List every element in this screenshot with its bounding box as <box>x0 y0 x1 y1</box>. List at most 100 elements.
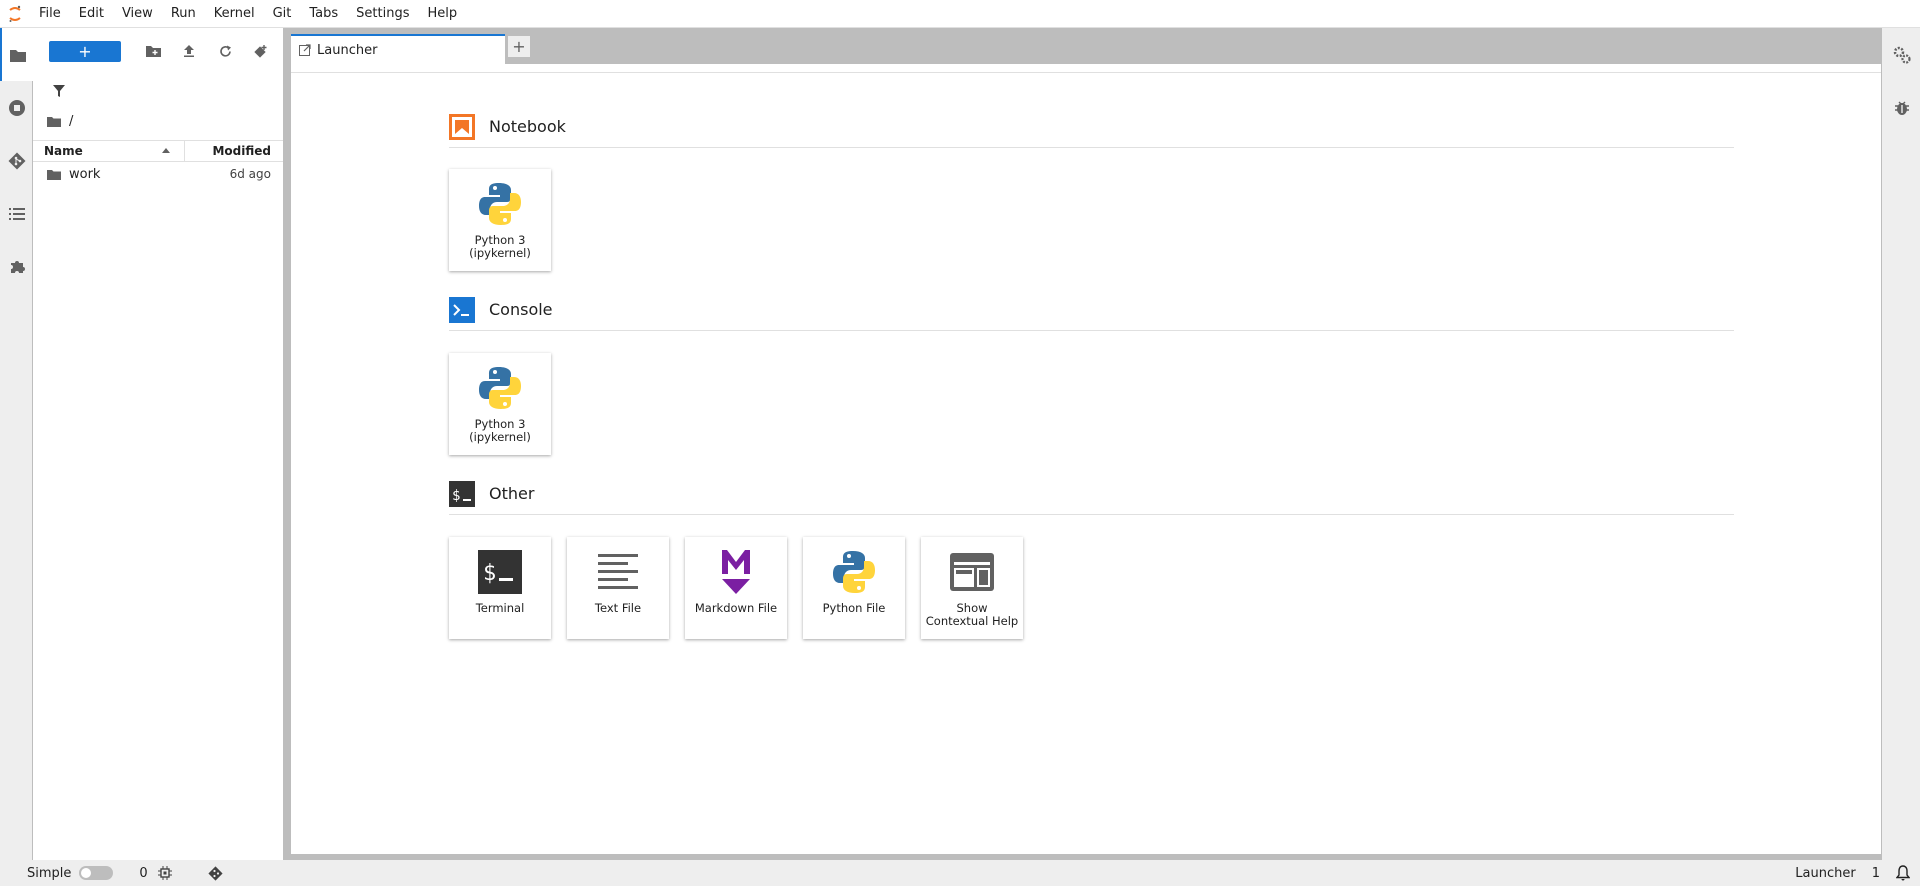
markdown-icon <box>710 546 762 598</box>
menu-view[interactable]: View <box>113 0 162 28</box>
file-name-cell: work <box>33 167 230 182</box>
card-console-python3[interactable]: Python 3 (ipykernel) <box>449 353 551 455</box>
card-label: Terminal <box>475 601 525 615</box>
left-sidebar <box>0 28 33 860</box>
filter-bar <box>33 74 283 108</box>
sidebar-tab-property-inspector[interactable] <box>1882 28 1920 81</box>
jupyter-logo-icon <box>0 0 30 28</box>
sidebar-tab-debugger[interactable] <box>1882 81 1920 134</box>
git-clone-button[interactable] <box>243 37 279 65</box>
card-notebook-python3[interactable]: Python 3 (ipykernel) <box>449 169 551 271</box>
sidebar-tab-git[interactable] <box>0 134 33 187</box>
section-notebook: Notebook <box>449 106 1734 148</box>
card-label: Python 3 (ipykernel) <box>469 233 531 260</box>
status-right: Launcher 1 <box>1795 860 1920 886</box>
folder-icon <box>9 49 26 62</box>
card-label: Text File <box>594 601 642 615</box>
file-row-work[interactable]: work 6d ago <box>33 162 283 186</box>
section-console: Console <box>449 289 1734 331</box>
git-icon <box>8 152 25 169</box>
text-file-icon <box>592 546 644 598</box>
file-modified: 6d ago <box>229 167 271 181</box>
svg-text:$: $ <box>483 561 496 586</box>
menu-git[interactable]: Git <box>264 0 301 28</box>
toc-icon <box>8 207 25 220</box>
git-clone-icon <box>254 45 267 58</box>
svg-text:$: $ <box>452 488 460 504</box>
file-browser-toolbar: + <box>33 28 283 74</box>
kernel-cpu-icon[interactable] <box>157 866 172 880</box>
launcher-tab-icon <box>299 44 311 56</box>
notebook-cards: Python 3 (ipykernel) <box>449 169 551 271</box>
sidebar-tab-extensions[interactable] <box>0 240 33 293</box>
card-label: Markdown File <box>694 601 778 615</box>
menu-kernel[interactable]: Kernel <box>205 0 264 28</box>
new-folder-button[interactable] <box>135 37 171 65</box>
debugger-icon <box>1894 101 1909 115</box>
sidebar-tab-toc[interactable] <box>0 187 33 240</box>
new-folder-icon <box>145 46 161 57</box>
section-title-other: Other <box>489 484 535 503</box>
other-cards: $ Terminal Text File Markdown File Pytho… <box>449 537 1023 639</box>
refresh-icon <box>219 45 231 57</box>
folder-icon <box>47 169 61 180</box>
upload-icon <box>184 45 194 57</box>
tab-launcher-label: Launcher <box>317 42 378 58</box>
console-section-icon <box>449 296 475 323</box>
menu-bar: File Edit View Run Kernel Git Tabs Setti… <box>0 0 1920 28</box>
notebook-section-icon <box>449 113 475 140</box>
refresh-button[interactable] <box>207 37 243 65</box>
section-other: $ Other <box>449 473 1734 515</box>
upload-button[interactable] <box>171 37 207 65</box>
python-logo-icon <box>828 546 880 598</box>
right-sidebar <box>1881 28 1920 860</box>
launcher-panel: Notebook Python 3 (ipykernel) Console Py… <box>291 64 1881 854</box>
git-status-icon[interactable] <box>208 865 223 881</box>
column-header-modified[interactable]: Modified <box>185 141 283 161</box>
column-header-name-label: Name <box>44 144 83 158</box>
simple-mode-label: Simple <box>27 865 72 881</box>
kernel-count[interactable]: 0 <box>139 866 147 881</box>
other-section-icon: $ <box>449 480 475 507</box>
menu-file[interactable]: File <box>30 0 70 28</box>
new-launcher-button[interactable]: + <box>49 40 121 62</box>
menu-run[interactable]: Run <box>162 0 205 28</box>
card-text-file[interactable]: Text File <box>567 537 669 639</box>
bell-icon[interactable] <box>1896 865 1910 881</box>
file-name: work <box>69 166 101 182</box>
notification-count[interactable]: 1 <box>1872 866 1880 881</box>
card-label: Python 3 (ipykernel) <box>469 417 531 444</box>
toggle-knob <box>81 868 92 878</box>
card-contextual-help[interactable]: Show Contextual Help <box>921 537 1023 639</box>
section-title-console: Console <box>489 300 553 319</box>
card-terminal[interactable]: $ Terminal <box>449 537 551 639</box>
menu-edit[interactable]: Edit <box>70 0 113 28</box>
card-python-file[interactable]: Python File <box>803 537 905 639</box>
sidebar-tab-running[interactable] <box>0 81 33 134</box>
breadcrumb-path[interactable]: / <box>69 114 73 129</box>
section-title-notebook: Notebook <box>489 117 566 136</box>
terminal-icon: $ <box>474 546 526 598</box>
sidebar-tab-file-browser[interactable] <box>0 28 33 81</box>
python-logo-icon <box>474 178 526 230</box>
add-tab-button[interactable]: + <box>507 35 531 58</box>
simple-mode-toggle[interactable] <box>79 866 114 880</box>
main-area: Launcher + Notebook Python 3 (ipykernel) <box>291 28 1881 860</box>
folder-home-icon[interactable] <box>47 116 61 127</box>
contextual-help-icon <box>946 546 998 598</box>
breadcrumb: / <box>33 108 283 134</box>
card-label: Show Contextual Help <box>925 601 1019 628</box>
card-label: Python File <box>822 601 886 615</box>
menu-settings[interactable]: Settings <box>347 0 418 28</box>
file-browser: + / Name Modified work 6d ago <box>33 28 283 860</box>
card-markdown-file[interactable]: Markdown File <box>685 537 787 639</box>
file-list-header: Name Modified <box>33 140 283 162</box>
filter-icon[interactable] <box>53 85 65 97</box>
status-bar: Simple 0 Launcher 1 <box>0 860 1920 886</box>
tab-launcher[interactable]: Launcher <box>291 34 505 64</box>
panel-splitter[interactable] <box>283 28 291 860</box>
menu-help[interactable]: Help <box>419 0 467 28</box>
menu-tabs[interactable]: Tabs <box>300 0 347 28</box>
column-header-name[interactable]: Name <box>33 141 185 161</box>
sort-ascending-icon <box>162 148 170 153</box>
